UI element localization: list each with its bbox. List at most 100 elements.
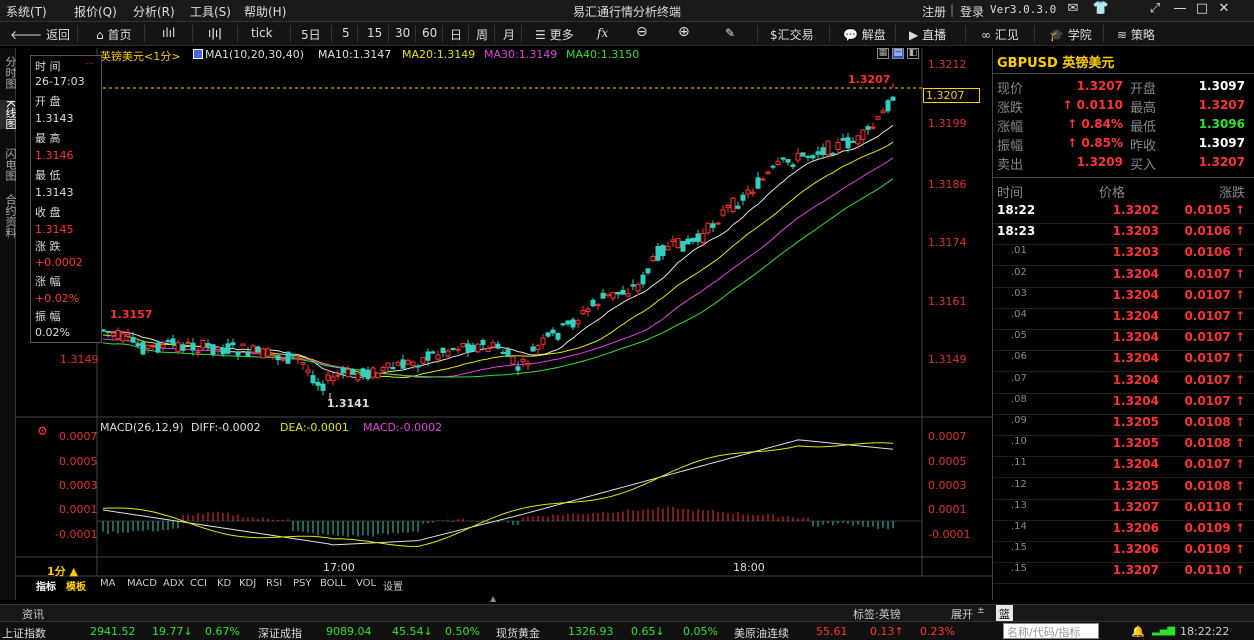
macd-diff-line [102,439,894,546]
indicator-tab[interactable]: MA [100,578,115,589]
expand-button[interactable]: 展开 [951,606,973,622]
row-divider [993,583,1254,585]
mail-icon[interactable]: ✉ [1064,1,1082,16]
tick-price: 1.3206 [1112,542,1159,557]
candle-body [550,329,556,334]
candle-body [700,233,706,244]
tick-row[interactable]: .12 1.3205 0.0108 ↑ [993,479,1254,500]
tick-row[interactable]: .07 1.3204 0.0107 ↑ [993,373,1254,394]
macd-settings-icon[interactable]: ⚙ [37,424,48,438]
indicator-tab[interactable]: PSY [293,578,312,589]
indicator-tab[interactable]: RSI [266,578,282,589]
indicator-tab[interactable]: CCI [190,578,207,589]
indicator-tab[interactable]: KDJ [239,578,256,589]
tick-row[interactable]: .04 1.3204 0.0107 ↑ [993,309,1254,330]
indicator-tab[interactable]: 指标 [36,578,56,593]
candle-body [180,344,186,351]
bar-info-box: 时 间 -·- 26-17:03 开 盘 1.3143 最 高 1.3146 最… [30,55,102,343]
shirt-icon[interactable]: 👕 [1092,1,1110,16]
kline-chart[interactable] [0,0,992,600]
tick-price: 1.3202 [1112,203,1159,217]
candle-body [460,343,466,348]
table-header-price: 价格 [1099,186,1126,201]
tick-price: 1.3204 [1112,266,1159,281]
candle-body [295,357,301,360]
tick-row[interactable]: .09 1.3205 0.0108 ↑ [993,415,1254,436]
close-icon[interactable]: ✕ [1215,1,1233,16]
tick-price: 1.3203 [1112,245,1159,260]
candle-body [280,358,286,361]
tick-row[interactable]: .06 1.3204 0.0107 ↑ [993,351,1254,373]
tick-change: 0.0108 ↑ [1184,415,1245,429]
minimize-icon[interactable]: — [1171,1,1189,16]
candle-body [815,151,821,155]
amp-value: 0.02% [35,326,70,339]
market-name[interactable]: 深证成指 [258,625,302,640]
candle-body [545,332,551,337]
chart-layout-icon[interactable]: ▦ [877,48,889,59]
collapse-arrow-icon[interactable]: ▲ [490,595,510,603]
indicator-tab[interactable]: VOL [356,578,376,589]
candle-body [245,351,251,357]
indicator-tab[interactable]: MACD [127,578,157,589]
indicator-tab[interactable]: KD [217,578,231,589]
legend-toggle-icon[interactable] [193,49,203,59]
news-label[interactable]: 资讯 [22,606,44,622]
ma-group-label: MA1(10,20,30,40) [205,48,305,61]
indicator-tab[interactable]: 设置 [383,578,403,593]
candle-body [160,344,166,349]
news-tag[interactable]: 标签:英镑 [853,606,901,622]
market-name[interactable]: 美原油连续 [734,625,789,640]
market-name[interactable]: 上证指数 [2,625,46,640]
indicator-tab[interactable]: ADX [163,578,184,589]
tick-row[interactable]: 18:23 1.3203 0.0106 ↑ [993,224,1254,246]
indicator-tab[interactable]: 模板 [66,578,86,593]
candle-body [150,344,156,347]
candle-body [680,240,686,252]
candle-body [780,157,786,160]
candle-body [640,274,646,285]
candle-body [860,129,866,140]
candle-body [440,347,446,354]
close-value: 1.3145 [35,223,74,236]
macd-diff-label: DIFF:-0.0002 [191,421,261,434]
indicator-tab[interactable]: BOLL [320,578,346,589]
tick-row[interactable]: .15 1.3207 0.0110 ↑ [993,563,1254,585]
news-bar: 资讯 标签:英镑 展开 ± 篮 [0,604,1254,623]
search-input[interactable]: 名称/代码/指标 [1003,623,1099,639]
bell-icon[interactable]: 🔔 [1131,625,1145,638]
candle-body [710,223,716,228]
tick-row[interactable]: .15 1.3206 0.0109 ↑ [993,542,1254,564]
chart-settings-icon[interactable]: ◧ [907,48,919,59]
academy-button[interactable]: 🎓 学院 [1049,26,1092,43]
chart-mode-icon[interactable]: ▤ [892,48,904,59]
candle-body [755,177,761,189]
maximize-icon[interactable]: □ [1193,1,1211,16]
tick-row[interactable]: .03 1.3204 0.0107 ↑ [993,288,1254,309]
tick-row[interactable]: .13 1.3207 0.0110 ↑ [993,500,1254,521]
market-name[interactable]: 现货黄金 [496,625,540,640]
candle-body [230,342,236,346]
expand-icon[interactable]: ± [977,606,985,616]
period-selector[interactable]: 1分 ▲ [47,563,78,579]
tick-row[interactable]: .11 1.3204 0.0107 ↑ [993,457,1254,479]
market-change: 0.65↓ [631,625,665,638]
tick-time: .06 [1011,351,1027,363]
tick-row[interactable]: .02 1.3204 0.0107 ↑ [993,267,1254,288]
candle-body [660,245,666,257]
tick-row[interactable]: .10 1.3205 0.0108 ↑ [993,436,1254,458]
candle-body [360,368,366,376]
candle-body [790,164,796,167]
strategy-button[interactable]: ≋ 策略 [1117,26,1155,43]
candle-body [795,152,801,161]
tick-row[interactable]: .08 1.3204 0.0107 ↑ [993,394,1254,415]
candle-body [605,293,611,297]
market-value: 1326.93 [568,625,614,638]
candle-body [260,348,266,359]
tick-row[interactable]: .01 1.3203 0.0106 ↑ [993,245,1254,267]
tick-row[interactable]: .14 1.3206 0.0109 ↑ [993,521,1254,542]
pin-icon[interactable]: ⤢ [1146,1,1164,16]
tick-row[interactable]: 18:22 1.3202 0.0105 ↑ [993,203,1254,224]
tick-row[interactable]: .05 1.3204 0.0107 ↑ [993,330,1254,352]
candle-body [450,347,456,350]
